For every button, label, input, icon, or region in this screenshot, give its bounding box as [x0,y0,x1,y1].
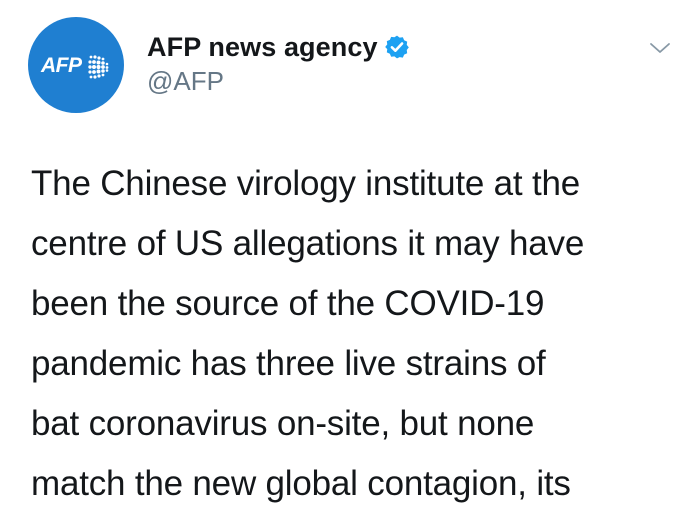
tweet-text: The Chinese virology institute at the ce… [31,154,671,514]
tweet-text-line: centre of US allegations it may have [31,224,585,263]
author-handle[interactable]: @AFP [147,66,224,97]
verified-badge-icon [384,35,409,59]
author-name-row[interactable]: AFP news agency [147,30,410,64]
author-display-name[interactable]: AFP news agency [147,32,378,63]
tweet-card: AFP AFP news agency @AFP The Chinese vir… [0,0,700,503]
tweet-text-line: The Chinese virology institute at the [31,164,581,203]
svg-text:AFP: AFP [40,54,83,77]
afp-logo-icon: AFP [40,54,109,79]
tweet-text-line: pandemic has three live strains of [31,344,546,383]
tweet-text-line: match the new global contagion, its [31,464,571,503]
tweet-text-line: been the source of the COVID-19 [31,284,545,323]
author-avatar[interactable]: AFP [28,17,124,113]
chevron-down-icon[interactable] [648,36,672,60]
tweet-text-line: bat coronavirus on-site, but none [31,404,535,443]
